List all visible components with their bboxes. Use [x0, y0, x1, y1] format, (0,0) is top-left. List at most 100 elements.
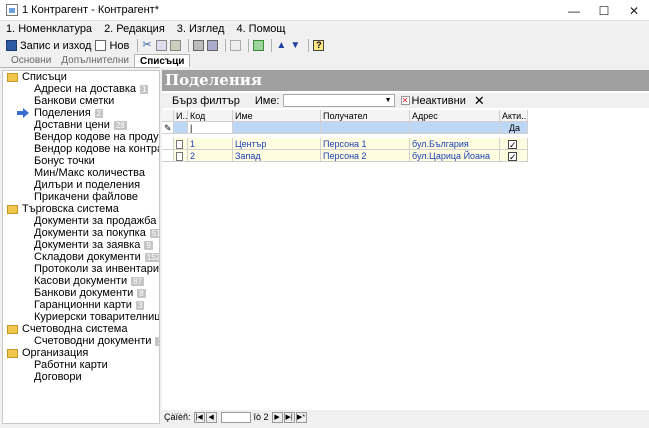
name-filter-select[interactable]: [282, 94, 395, 107]
main-panel: Поделения Бърз филтър Име: ✕ Неактивни ✕…: [162, 70, 649, 424]
save-icon: [6, 40, 17, 51]
tree-item[interactable]: Работни карти: [3, 359, 159, 371]
cell-recipient[interactable]: Персона 1: [321, 138, 410, 150]
new-row-address-input[interactable]: [410, 122, 500, 134]
tree-group-label: Счетоводна система: [22, 323, 128, 335]
cell-code[interactable]: 1: [188, 138, 233, 150]
cell-name[interactable]: Център: [233, 138, 321, 150]
cell-code[interactable]: 2: [188, 150, 233, 162]
tree-item-label: Банкови документи: [34, 287, 134, 299]
tree-item[interactable]: Прикачени файлове: [3, 191, 159, 203]
menu-view[interactable]: 3. Изглед: [177, 23, 225, 35]
table-row[interactable]: 2 Запад Персона 2 бул.Царица Йоана: [162, 150, 530, 162]
menu-edit[interactable]: 2. Редакция: [104, 23, 165, 35]
column-header-code[interactable]: Код: [188, 110, 233, 122]
tree-item[interactable]: Счетоводни документи159: [3, 335, 159, 347]
attach-icon[interactable]: [230, 40, 242, 51]
tree-item-selected[interactable]: Поделения 2: [3, 107, 159, 119]
tree-item[interactable]: Складови документи 152: [3, 251, 159, 263]
cell-address[interactable]: бул.Царица Йоана: [410, 150, 500, 162]
table-row[interactable]: 1 Център Персона 1 бул.България: [162, 138, 530, 150]
tree-item-label: Гаранционни карти: [34, 299, 132, 311]
cell-address[interactable]: бул.България: [410, 138, 500, 150]
tree-item[interactable]: Документи за заявка 9: [3, 239, 159, 251]
tree-item[interactable]: Касови документи 87: [3, 275, 159, 287]
previous-record-button[interactable]: ◀: [205, 411, 217, 423]
first-record-button[interactable]: |◀: [193, 411, 205, 423]
active-checkbox[interactable]: [508, 151, 517, 161]
tree-item[interactable]: Мин/Макс количества: [3, 167, 159, 179]
column-header-active[interactable]: Акти...: [500, 110, 528, 122]
arrow-down-icon[interactable]: ▼: [290, 40, 301, 51]
tab-lists[interactable]: Списъци: [134, 54, 191, 67]
inactive-label: Неактивни: [411, 94, 466, 107]
maximize-button[interactable]: ☐: [589, 0, 619, 21]
toolbar-separator: [271, 39, 273, 52]
tree-item-label: Складови документи: [34, 251, 141, 263]
column-header-name[interactable]: Име: [233, 110, 321, 122]
print-preview-icon[interactable]: [207, 40, 219, 51]
minimize-button[interactable]: —: [559, 0, 589, 21]
refresh-icon[interactable]: [253, 40, 265, 51]
tree-group-accounting[interactable]: Счетоводна система: [3, 323, 159, 335]
column-header-indicator: [162, 110, 174, 122]
new-row[interactable]: ✎ | Да: [162, 122, 530, 134]
tab-additional[interactable]: Допълнителни: [56, 54, 134, 67]
document-icon: [176, 152, 183, 161]
tab-main[interactable]: Основни: [6, 54, 56, 67]
save-exit-button[interactable]: Запис и изход: [6, 38, 91, 53]
paste-icon[interactable]: [170, 40, 182, 51]
new-record-button[interactable]: ▶*: [295, 411, 307, 423]
tree-item[interactable]: Гаранционни карти 3: [3, 299, 159, 311]
next-record-button[interactable]: ▶: [271, 411, 283, 423]
new-row-code-input[interactable]: |: [188, 122, 233, 134]
tree-item[interactable]: Документи за продажба265: [3, 215, 159, 227]
help-icon[interactable]: ?: [313, 40, 325, 51]
record-number-input[interactable]: [220, 411, 251, 423]
tree-item[interactable]: Банкови документи 8: [3, 287, 159, 299]
tree-group-organization[interactable]: Организация: [3, 347, 159, 359]
tree-item[interactable]: Документи за покупка 51: [3, 227, 159, 239]
tree-item[interactable]: Договори: [3, 371, 159, 383]
cell-recipient[interactable]: Персона 2: [321, 150, 410, 162]
new-row-recipient-input[interactable]: [321, 122, 410, 134]
toolbar-separator: [188, 39, 190, 52]
close-button[interactable]: ✕: [619, 0, 649, 21]
copy-icon[interactable]: [156, 40, 168, 51]
new-row-icon-cell[interactable]: [174, 122, 188, 134]
tree-item-label: Договори: [34, 371, 82, 383]
active-checkbox[interactable]: [508, 139, 517, 149]
tree-item-label: Касови документи: [34, 275, 128, 287]
tree-item[interactable]: Банкови сметки: [3, 95, 159, 107]
new-row-name-input[interactable]: [233, 122, 321, 134]
inactive-button[interactable]: ✕ Неактивни: [400, 94, 466, 107]
column-header-address[interactable]: Адрес: [410, 110, 500, 122]
new-row-active-value[interactable]: Да: [500, 122, 528, 134]
tree-item[interactable]: Дилъри и поделения: [3, 179, 159, 191]
arrow-up-icon[interactable]: ▲: [276, 40, 287, 51]
tree-item-label: Документи за покупка: [34, 227, 146, 239]
tree-item[interactable]: Вендор кодове на продукти1: [3, 131, 159, 143]
new-label: Нов: [109, 39, 130, 52]
tree-item[interactable]: Бонус точки: [3, 155, 159, 167]
tree-item[interactable]: Доставни цени 28: [3, 119, 159, 131]
tree-item[interactable]: Адреси на доставка 1: [3, 83, 159, 95]
print-icon[interactable]: [193, 40, 205, 51]
menu-help[interactable]: 4. Помощ: [236, 23, 285, 35]
tree-group-label: Организация: [22, 347, 89, 359]
menu-nomenclature[interactable]: 1. Номенклатура: [6, 23, 92, 35]
tree-item[interactable]: Вендор кодове на контрагенти: [3, 143, 159, 155]
tree-item[interactable]: Протоколи за инвентаризация: [3, 263, 159, 275]
quick-filter-label: Бърз филтър: [172, 94, 240, 107]
column-header-icon[interactable]: И...: [174, 110, 188, 122]
tree-item-label: Прикачени файлове: [34, 191, 139, 203]
cut-icon[interactable]: ✂: [142, 40, 153, 51]
last-record-button[interactable]: ▶|: [283, 411, 295, 423]
tree-group-trade-system[interactable]: Търговска система: [3, 203, 159, 215]
tree-group-lists[interactable]: Списъци: [3, 71, 159, 83]
cell-name[interactable]: Запад: [233, 150, 321, 162]
column-header-recipient[interactable]: Получател: [321, 110, 410, 122]
tree-item[interactable]: Куриерски товарителници: [3, 311, 159, 323]
new-button[interactable]: Нов: [95, 38, 129, 53]
clear-filter-icon[interactable]: ✕: [474, 93, 485, 109]
